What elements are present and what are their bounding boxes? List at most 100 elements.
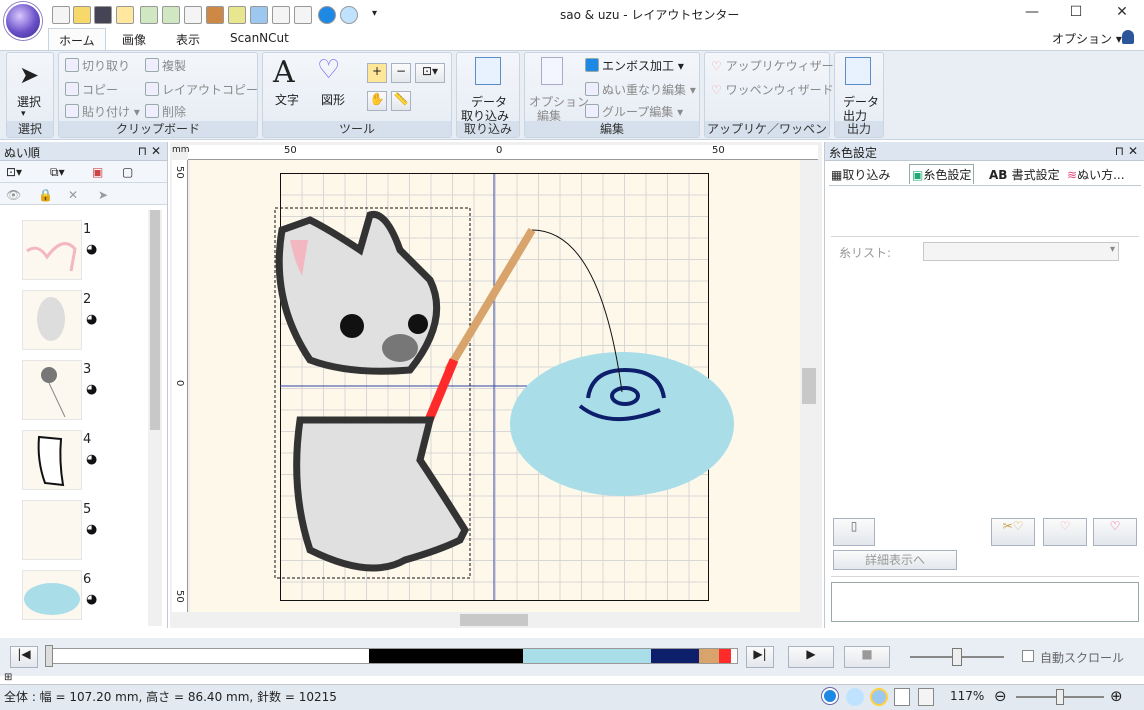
pane-close-icon[interactable]: ✕ — [151, 144, 161, 158]
qat-dropdown-icon[interactable]: ▾ — [372, 8, 377, 19]
zoom-in-circle-icon[interactable]: ⊕ — [1110, 687, 1123, 705]
visibility-eye-icon[interactable]: ◕ — [86, 382, 97, 397]
cut-button[interactable]: 切り取り — [65, 57, 130, 74]
app-logo-icon[interactable] — [4, 2, 42, 40]
stitch-overlap-button[interactable]: ぬい重なり編集 ▾ — [585, 81, 696, 98]
visibility-eye-icon[interactable]: ◕ — [86, 312, 97, 327]
view-grid-icon[interactable] — [894, 688, 910, 706]
thread-list-select[interactable]: ▾ — [923, 242, 1119, 261]
zoom-out-circle-icon[interactable]: ⊖ — [994, 687, 1007, 705]
measure-icon[interactable]: 📏 — [391, 91, 411, 111]
zoom-in-icon[interactable]: + — [367, 63, 387, 83]
user-icon[interactable] — [1122, 30, 1134, 44]
pin-icon[interactable]: ⊓ — [138, 144, 147, 158]
pane-close-icon[interactable]: ✕ — [1128, 144, 1138, 158]
view-design-icon[interactable] — [870, 688, 888, 706]
minimize-button[interactable]: — — [1022, 4, 1042, 24]
progress-handle[interactable] — [45, 645, 53, 667]
expand-icon[interactable]: ⊞ — [4, 672, 12, 683]
view-realistic-icon[interactable] — [846, 688, 864, 706]
applique-wizard-button[interactable]: ♡ アップリケウィザード — [711, 57, 846, 74]
open-icon[interactable] — [73, 6, 91, 24]
view-page-icon[interactable] — [918, 688, 934, 706]
emboss-button[interactable]: エンボス加工 ▾ — [585, 57, 684, 74]
tab-image[interactable]: 画像 — [112, 28, 156, 51]
stitch-progress-bar[interactable] — [45, 645, 738, 667]
delete-x-icon[interactable]: ✕ — [68, 188, 78, 202]
pan-hand-icon[interactable]: ✋ — [367, 91, 387, 111]
canvas-horizontal-scrollbar[interactable] — [190, 612, 800, 628]
list-item[interactable] — [22, 290, 82, 350]
list-item[interactable] — [22, 430, 82, 490]
applique-scissors-button[interactable]: ✂♡ — [991, 518, 1035, 546]
play-button[interactable]: ▶ — [788, 646, 834, 668]
window-icon[interactable] — [184, 6, 202, 24]
options-menu[interactable]: オプション ▾ — [1052, 30, 1122, 47]
visibility-eye-icon[interactable]: ◕ — [86, 522, 97, 537]
zoom-out-icon[interactable]: − — [391, 63, 411, 83]
embroidery-design[interactable] — [190, 160, 800, 612]
close-button[interactable]: ✕ — [1112, 4, 1132, 24]
select-button[interactable]: 選択 — [17, 93, 41, 110]
paste-button[interactable]: 貼り付け ▾ — [65, 103, 140, 120]
select-dropdown-icon[interactable]: ▾ — [21, 109, 26, 119]
delete-button[interactable]: 削除 — [145, 103, 186, 120]
text-tool-button[interactable]: 文字 — [275, 91, 299, 108]
tab-thread-color[interactable]: ▣糸色設定 — [909, 164, 975, 184]
list-item[interactable] — [22, 360, 82, 420]
patch-wizard-button[interactable]: ♡ ワッペンウィザード — [711, 81, 834, 98]
list-item[interactable] — [22, 500, 82, 560]
zoom-slider[interactable] — [1016, 689, 1104, 705]
zoom-icon[interactable] — [116, 6, 134, 24]
sewing-order-scrollbar[interactable] — [148, 210, 162, 626]
layout-copy-button[interactable]: レイアウトコピー ▾ — [145, 81, 268, 98]
canvas-vertical-scrollbar[interactable] — [800, 160, 818, 612]
visibility-eye-icon[interactable]: ◕ — [86, 592, 97, 607]
group-icon[interactable]: ⧉▾ — [50, 165, 65, 180]
page-icon[interactable] — [272, 6, 290, 24]
fit-view-icon[interactable]: ⊡▾ — [6, 165, 22, 179]
design-view-icon[interactable] — [250, 6, 268, 24]
blue-dot-icon[interactable] — [318, 6, 336, 24]
zoom-fit-icon[interactable]: ⊡▾ — [415, 63, 445, 83]
scroll-thumb[interactable] — [150, 210, 160, 430]
sparkle-icon[interactable] — [340, 6, 358, 24]
properties-icon[interactable] — [294, 6, 312, 24]
new-icon[interactable] — [52, 6, 70, 24]
realistic-view-icon[interactable] — [228, 6, 246, 24]
shape-tool-button[interactable]: 図形 — [321, 91, 345, 108]
lock-icon[interactable]: 🔒 — [38, 188, 53, 202]
select-pointer-icon[interactable]: ➤ — [98, 188, 108, 202]
tab-scanncut[interactable]: ScanNCut — [220, 28, 299, 51]
list-item[interactable] — [22, 570, 82, 620]
tab-stitch-settings[interactable]: ≋ぬい方... — [1067, 166, 1125, 183]
group-edit-button[interactable]: グループ編集 ▾ — [585, 103, 683, 120]
stitch-simulator-icon[interactable] — [206, 6, 224, 24]
duplicate-button[interactable]: 複製 — [145, 57, 186, 74]
auto-scroll-checkbox[interactable] — [1022, 650, 1034, 662]
stop-button[interactable]: ■ — [844, 646, 890, 668]
view-stitch-icon[interactable] — [822, 688, 838, 704]
save-icon[interactable] — [94, 6, 112, 24]
scroll-thumb[interactable] — [802, 368, 816, 404]
visibility-eye-icon[interactable]: ◕ — [86, 452, 97, 467]
undo-icon[interactable] — [140, 6, 158, 24]
color-sort-icon[interactable]: ▣ — [92, 165, 103, 179]
applique-heart-button[interactable]: ♡ — [1043, 518, 1087, 546]
zoom-slider-handle[interactable] — [1056, 689, 1064, 705]
detail-view-button[interactable]: 詳細表示へ — [833, 550, 957, 570]
rewind-button[interactable]: |◀ — [10, 646, 38, 668]
pin-icon[interactable]: ⊓ — [1115, 144, 1124, 158]
tab-format-settings[interactable]: AB 書式設定 — [989, 166, 1060, 183]
tab-view[interactable]: 表示 — [166, 28, 210, 51]
patch-heart-button[interactable]: ♡ — [1093, 518, 1137, 546]
scroll-thumb[interactable] — [460, 614, 528, 626]
frame-icon[interactable]: ▢ — [122, 165, 133, 179]
tab-import-settings[interactable]: ▦取り込み — [831, 166, 890, 183]
speed-slider[interactable] — [910, 648, 1004, 666]
maximize-button[interactable]: ☐ — [1066, 4, 1086, 24]
visibility-eye-icon[interactable]: ◕ — [86, 242, 97, 257]
tab-home[interactable]: ホーム — [48, 28, 106, 51]
redo-icon[interactable] — [162, 6, 180, 24]
forward-end-button[interactable]: ▶| — [746, 646, 774, 668]
